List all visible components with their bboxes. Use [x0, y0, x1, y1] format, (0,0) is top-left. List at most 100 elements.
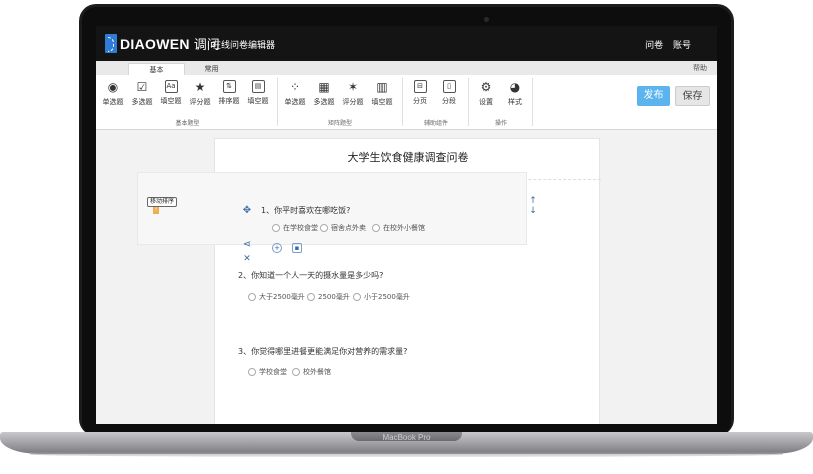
option-label: 大于2500毫升 [259, 293, 305, 301]
settings-icon: ⚙ [480, 80, 492, 94]
tab-common[interactable]: 常用 [184, 63, 239, 75]
survey-title[interactable]: 大学生饮食健康调查问卷 [215, 149, 601, 165]
question-2-text[interactable]: 2、你知道一个人一天的摄水量是多少吗? [238, 270, 383, 281]
radio-icon [372, 224, 380, 232]
editor-title: 在线问卷编辑器 [212, 41, 276, 51]
toolbar-ribbon: ◉ 单选题 ☑ 多选题 Aa 填空题 ★ 评分题 ⇅ 排序题 ▤ 填空题 基本题型 ⁘ 单选题… [96, 75, 717, 130]
insert-icon[interactable]: ▪ [292, 243, 302, 253]
tool-rating-button[interactable]: ★ 评分题 [186, 80, 214, 107]
nav-link-account[interactable]: 账号 [673, 41, 691, 51]
option[interactable]: 宿舍点外卖 [320, 223, 366, 233]
group-divider [402, 78, 403, 126]
textbox-icon: Aa [164, 80, 178, 93]
help-link[interactable]: 帮助 [693, 63, 707, 74]
tool-matrix-checkbox-button[interactable]: ▦ 多选题 [310, 80, 338, 107]
tool-label: 分页 [413, 97, 427, 105]
logo[interactable]: DIAOWEN 调问 [105, 34, 220, 53]
group-label-ops: 操作 [494, 120, 507, 127]
logo-text: DIAOWEN [120, 35, 190, 52]
option[interactable]: 在学校食堂 [272, 223, 318, 233]
logo-icon [105, 34, 117, 53]
tool-label: 评分题 [189, 98, 211, 106]
group-divider [277, 78, 278, 126]
multi-fill-icon: ▤ [251, 80, 265, 93]
ribbon-tabs: 基本 常用 帮助 [96, 61, 717, 76]
save-button[interactable]: 保存 [675, 86, 710, 106]
checkbox-icon: ☑ [136, 80, 148, 94]
tool-page-break-button[interactable]: ⊟ 分页 [406, 80, 434, 106]
drag-sort-tag[interactable]: 移动排序 [147, 197, 178, 207]
section-icon: ▯ [442, 80, 456, 93]
tool-matrix-fill-button[interactable]: ▥ 填空题 [368, 80, 396, 107]
radio-icon [248, 368, 256, 376]
tool-label: 多选题 [131, 98, 153, 106]
option[interactable]: 大于2500毫升 [248, 292, 305, 302]
group-label-matrix: 矩阵题型 [327, 120, 352, 127]
tool-label: 单选题 [284, 98, 306, 106]
page-break-icon: ⊟ [413, 80, 427, 93]
matrix-fill-icon: ▥ [376, 80, 388, 94]
radio-icon [307, 293, 315, 301]
warning-badge: ! [153, 207, 159, 214]
camera-icon [484, 17, 489, 22]
tool-section-button[interactable]: ▯ 分段 [435, 80, 463, 106]
matrix-radio-icon: ⁘ [289, 80, 301, 94]
top-links: 问卷 账号 [638, 38, 691, 51]
nav-link-survey[interactable]: 问卷 [645, 41, 663, 51]
radio-icon [353, 293, 361, 301]
tool-label: 排序题 [218, 97, 240, 105]
add-option-icon[interactable]: + [272, 243, 282, 253]
radio-icon [320, 224, 328, 232]
option-label: 2500毫升 [318, 293, 350, 301]
option[interactable]: 学校食堂 [248, 367, 287, 377]
tool-radio-button[interactable]: ◉ 单选题 [99, 80, 127, 107]
tool-multi-fill-button[interactable]: ▤ 填空题 [244, 80, 272, 106]
option[interactable]: 在校外小餐馆 [372, 223, 425, 233]
tool-label: 分段 [442, 97, 456, 105]
question-3-text[interactable]: 3、你觉得哪里进餐更能满足你对营养的需求量? [238, 346, 407, 357]
close-icon[interactable]: ✕ [241, 254, 253, 264]
move-icon[interactable]: ✥ [241, 205, 253, 216]
tool-label: 样式 [508, 98, 522, 106]
laptop-shadow [30, 452, 783, 457]
radio-icon [248, 293, 256, 301]
tool-label: 填空题 [371, 98, 393, 106]
move-down-icon[interactable]: ↓ [528, 206, 538, 216]
tool-checkbox-button[interactable]: ☑ 多选题 [128, 80, 156, 107]
tool-label: 单选题 [102, 98, 124, 106]
option-label: 小于2500毫升 [364, 293, 410, 301]
option[interactable]: 小于2500毫升 [353, 292, 410, 302]
radio-icon [292, 368, 300, 376]
device-label: MacBook Pro [382, 433, 431, 442]
tool-label: 设置 [479, 98, 493, 106]
reorder-arrows[interactable]: ↑ ↓ [528, 196, 538, 216]
publish-button[interactable]: 发布 [637, 86, 670, 106]
option-label: 学校食堂 [259, 368, 287, 376]
option-label: 校外餐馆 [303, 368, 331, 376]
tool-style-button[interactable]: ◕ 样式 [501, 80, 529, 107]
tool-label: 多选题 [313, 98, 335, 106]
group-label-aux: 辅助组件 [423, 120, 448, 127]
tool-matrix-rating-button[interactable]: ✶ 评分题 [339, 80, 367, 107]
star-icon: ★ [194, 80, 206, 94]
sort-icon: ⇅ [222, 80, 236, 93]
tool-label: 填空题 [160, 97, 182, 105]
option-label: 宿舍点外卖 [331, 224, 366, 232]
group-divider [468, 78, 469, 126]
palette-icon: ◕ [509, 80, 521, 94]
group-label-basic: 基本题型 [175, 120, 200, 127]
move-up-icon[interactable]: ↑ [528, 196, 538, 206]
option[interactable]: 2500毫升 [307, 292, 350, 302]
radio-icon [272, 224, 280, 232]
tool-settings-button[interactable]: ⚙ 设置 [472, 80, 500, 107]
share-icon[interactable]: ⋖ [241, 239, 253, 250]
tool-fill-button[interactable]: Aa 填空题 [157, 80, 185, 106]
tool-label: 评分题 [342, 98, 364, 106]
option-label: 在学校食堂 [283, 224, 318, 232]
question-1-text[interactable]: 1、你平时喜欢在哪吃饭? [261, 205, 350, 216]
tool-sort-button[interactable]: ⇅ 排序题 [215, 80, 243, 106]
tool-matrix-radio-button[interactable]: ⁘ 单选题 [281, 80, 309, 107]
option[interactable]: 校外餐馆 [292, 367, 331, 377]
top-bar: DIAOWEN 调问 在线问卷编辑器 问卷 账号 [96, 26, 717, 61]
matrix-checkbox-icon: ▦ [318, 80, 330, 94]
